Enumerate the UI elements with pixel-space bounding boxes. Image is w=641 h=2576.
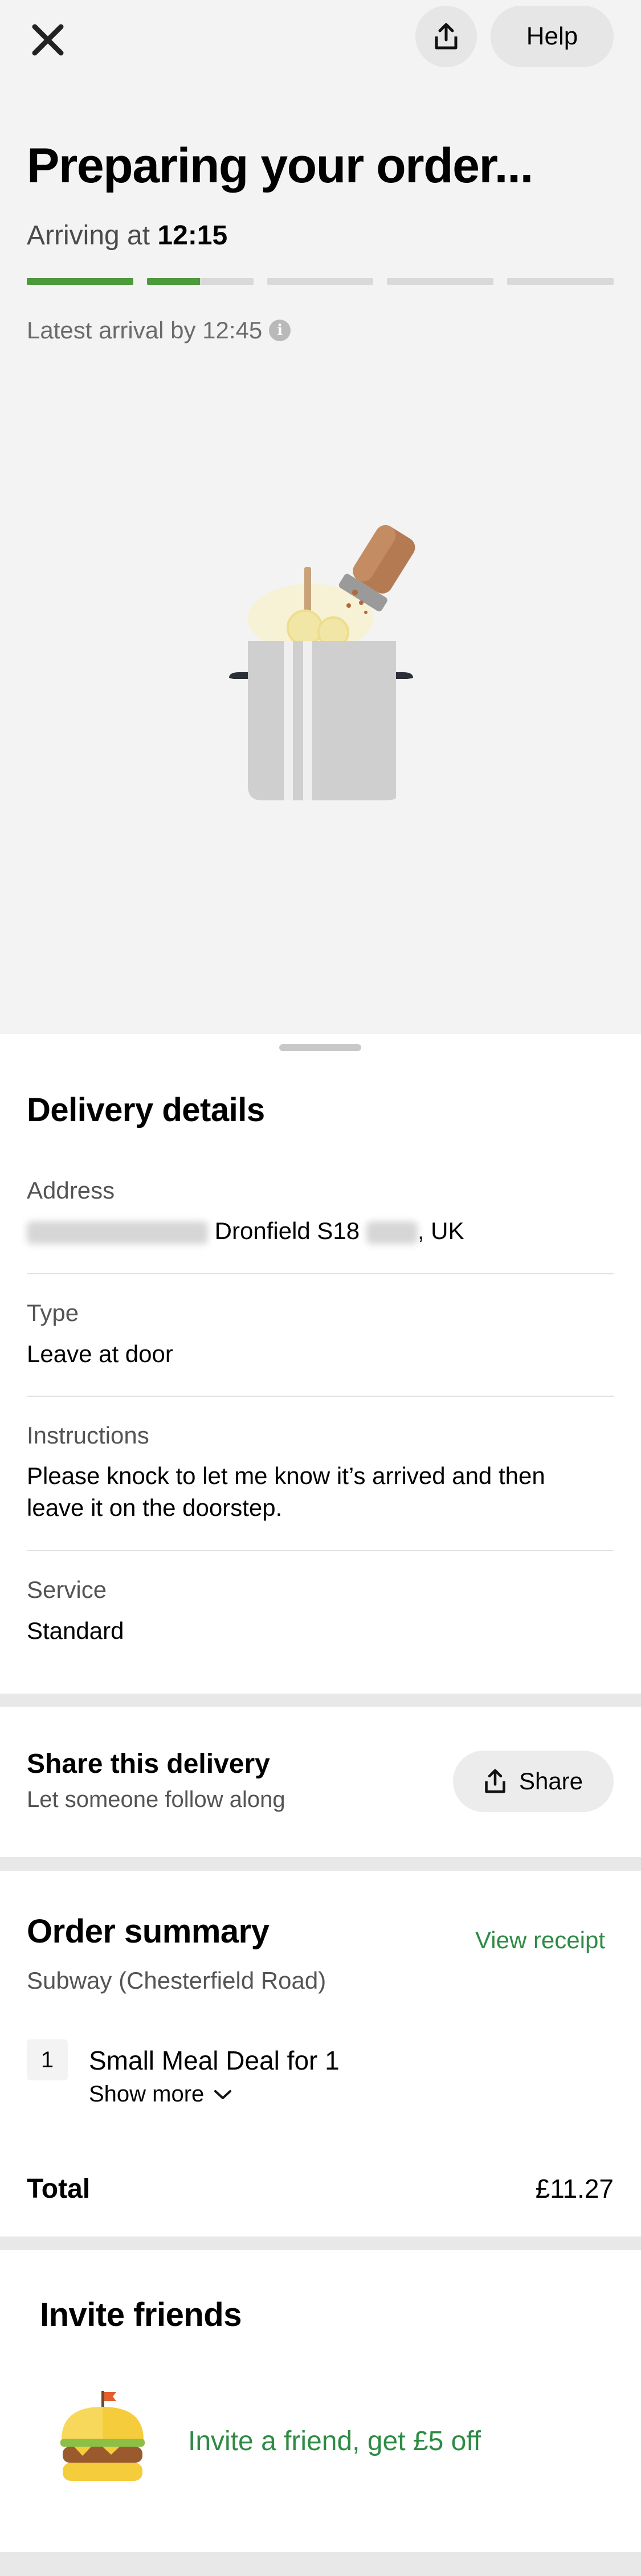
arriving-prefix: Arriving at — [27, 220, 150, 251]
item-name: Small Meal Deal for 1 — [89, 2046, 340, 2075]
share-title: Share this delivery — [27, 1749, 270, 1779]
type-label: Type — [27, 1299, 79, 1326]
share-icon — [435, 23, 458, 50]
restaurant-name: Subway (Chesterfield Road) — [27, 1967, 326, 1994]
total-value: £11.27 — [535, 2174, 614, 2203]
arriving-time: 12:15 — [157, 220, 228, 251]
progress-fill — [27, 278, 133, 285]
close-button[interactable] — [21, 13, 75, 67]
redacted-postcode — [366, 1221, 418, 1244]
address-label: Address — [27, 1177, 115, 1204]
share-subtitle: Let someone follow along — [27, 1787, 285, 1812]
pot-illustration — [229, 525, 415, 800]
info-icon[interactable]: i — [269, 320, 291, 341]
redacted-street — [27, 1221, 208, 1244]
burger-icon — [60, 2391, 145, 2481]
sheet-drag-handle[interactable] — [279, 1044, 361, 1051]
address-visible: Dronfield S18 — [214, 1217, 360, 1244]
service-value: Standard — [27, 1617, 124, 1644]
close-icon — [32, 24, 64, 56]
status-title: Preparing your order... — [27, 138, 533, 193]
progress-segment-5 — [507, 278, 614, 285]
divider — [27, 1273, 614, 1274]
address-value: Dronfield S18 , UK — [27, 1215, 464, 1247]
instructions-label: Instructions — [27, 1422, 149, 1449]
latest-arrival: Latest arrival by 12:45 i — [27, 317, 291, 344]
delivery-details-title: Delivery details — [27, 1091, 265, 1128]
progress-fill — [146, 278, 201, 285]
invite-friend-link[interactable]: Invite a friend, get £5 off — [188, 2426, 481, 2457]
arrival-time: Arriving at 12:15 — [27, 220, 227, 251]
address-suffix: , UK — [417, 1217, 464, 1244]
show-more-label: Show more — [89, 2082, 205, 2107]
delivery-progress-bar — [27, 278, 614, 285]
divider — [27, 1396, 614, 1397]
type-value: Leave at door — [27, 1340, 173, 1367]
progress-segment-1 — [27, 278, 133, 285]
progress-segment-4 — [387, 278, 494, 285]
view-receipt-link[interactable]: View receipt — [475, 1927, 605, 1954]
latest-arrival-text: Latest arrival by 12:45 — [27, 317, 263, 344]
service-label: Service — [27, 1576, 107, 1603]
item-quantity: 1 — [27, 2039, 68, 2080]
order-summary-title: Order summary — [27, 1913, 270, 1950]
share-button[interactable]: Share — [453, 1751, 614, 1812]
share-icon — [485, 1769, 505, 1793]
chevron-down-icon — [214, 2090, 232, 2099]
instructions-value: Please knock to let me know it’s arrived… — [27, 1462, 545, 1521]
invite-friends-title: Invite friends — [40, 2296, 242, 2333]
total-label: Total — [27, 2174, 91, 2204]
divider — [27, 1550, 614, 1551]
share-top-button[interactable] — [415, 6, 477, 67]
progress-segment-2 — [146, 278, 254, 285]
progress-segment-3 — [267, 278, 374, 285]
share-button-label: Share — [518, 1768, 583, 1794]
help-button[interactable]: Help — [491, 6, 614, 67]
show-more-toggle[interactable]: Show more — [89, 2082, 232, 2107]
